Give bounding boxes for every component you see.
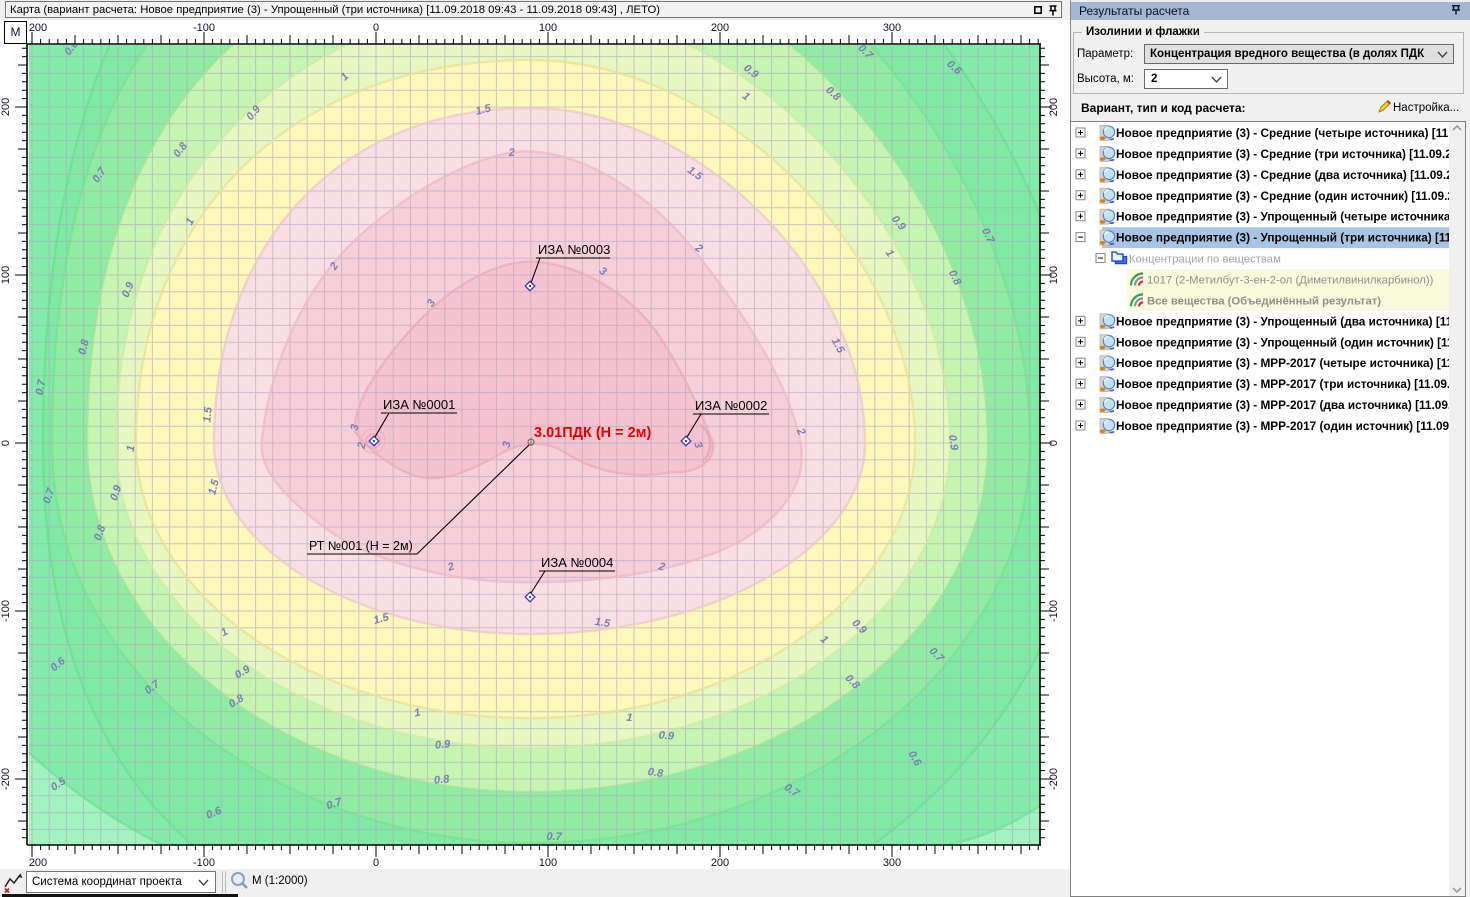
- svg-text:100: 100: [539, 857, 557, 869]
- svg-text:РТ №001 (Н = 2м): РТ №001 (Н = 2м): [309, 539, 413, 553]
- svg-text:100: 100: [0, 266, 12, 284]
- svg-text:200: 200: [1048, 98, 1060, 116]
- svg-text:-200: -200: [1048, 768, 1060, 790]
- svg-text:Новое предприятие (3) - Средни: Новое предприятие (3) - Средние (четыре …: [1116, 126, 1470, 140]
- svg-text:200: 200: [0, 98, 12, 116]
- svg-text:200: 200: [29, 857, 47, 869]
- svg-text:200: 200: [711, 22, 729, 34]
- svg-text:Все вещества (Объединённый рез: Все вещества (Объединённый результат): [1147, 295, 1381, 307]
- svg-text:Новое предприятие (3) - Средни: Новое предприятие (3) - Средние (три ист…: [1116, 147, 1465, 161]
- svg-text:Новое предприятие (3) - Упроще: Новое предприятие (3) - Упрощенный (один…: [1116, 335, 1464, 349]
- svg-text:ИЗА №0003: ИЗА №0003: [538, 242, 610, 257]
- svg-text:3.01ПДК (Н = 2м): 3.01ПДК (Н = 2м): [534, 425, 651, 441]
- svg-text:1.5: 1.5: [594, 616, 612, 630]
- svg-text:0: 0: [0, 440, 12, 446]
- svg-text:0: 0: [373, 22, 379, 34]
- svg-text:0.9: 0.9: [946, 434, 960, 452]
- svg-text:300: 300: [883, 857, 901, 869]
- svg-text:-200: -200: [0, 768, 12, 790]
- svg-text:-100: -100: [1048, 600, 1060, 622]
- svg-text:-100: -100: [0, 600, 12, 622]
- svg-text:1.5: 1.5: [201, 406, 214, 423]
- svg-text:Новое предприятие (3) - Упроще: Новое предприятие (3) - Упрощенный (четы…: [1116, 210, 1469, 224]
- svg-text:1: 1: [626, 712, 633, 725]
- svg-text:0.8: 0.8: [433, 773, 450, 787]
- svg-text:1017 (2-Метилбут-3-ен-2-ол (Ди: 1017 (2-Метилбут-3-ен-2-ол (Диметилвинил…: [1147, 275, 1434, 287]
- svg-text:200: 200: [29, 22, 47, 34]
- svg-text:Новое предприятие (3) - Упроще: Новое предприятие (3) - Упрощенный (три …: [1116, 231, 1462, 245]
- svg-text:0: 0: [1048, 440, 1060, 446]
- svg-text:Новое предприятие (3) - МРР-20: Новое предприятие (3) - МРР-2017 (три ис…: [1116, 377, 1457, 391]
- svg-text:Новое предприятие (3) - Средни: Новое предприятие (3) - Средние (два ист…: [1116, 168, 1460, 182]
- svg-text:Новое предприятие (3) - МРР-20: Новое предприятие (3) - МРР-2017 (четыре…: [1116, 356, 1463, 370]
- svg-text:Новое предприятие (3) - МРР-2: Новое предприятие (3) - МРР-2017 (два ис…: [1116, 398, 1451, 412]
- svg-text:100: 100: [539, 22, 557, 34]
- svg-text:Новое предприятие (3) - МРР-20: Новое предприятие (3) - МРР-2017 (один и…: [1116, 419, 1459, 433]
- svg-text:Новое предприятие (3) - Средни: Новое предприятие (3) - Средние (один ис…: [1116, 189, 1461, 203]
- svg-text:Новое предприятие (3) - Упроще: Новое предприятие (3) - Упрощенный (два …: [1116, 314, 1463, 328]
- svg-text:ИЗА №0001: ИЗА №0001: [383, 397, 455, 412]
- svg-text:0.7: 0.7: [546, 831, 563, 844]
- svg-text:100: 100: [1048, 266, 1060, 284]
- svg-text:0.8: 0.8: [647, 766, 665, 780]
- svg-text:300: 300: [883, 22, 901, 34]
- svg-text:ИЗА №0002: ИЗА №0002: [695, 398, 767, 413]
- svg-text:0.9: 0.9: [658, 729, 675, 743]
- svg-text:Концентрации по веществам: Концентрации по веществам: [1129, 254, 1281, 266]
- svg-text:-100: -100: [193, 857, 215, 869]
- svg-text:200: 200: [711, 857, 729, 869]
- svg-text:0.9: 0.9: [434, 738, 451, 752]
- svg-text:ИЗА №0004: ИЗА №0004: [541, 555, 613, 570]
- svg-text:0: 0: [373, 857, 379, 869]
- svg-text:2: 2: [507, 147, 515, 160]
- svg-text:-100: -100: [193, 22, 215, 34]
